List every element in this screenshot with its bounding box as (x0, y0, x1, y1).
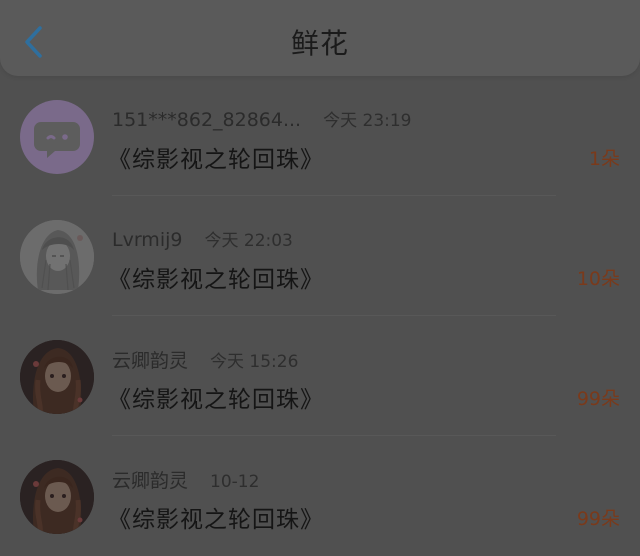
list-item[interactable]: Lvrmij9 今天 22:03 《综影视之轮回珠》 10朵 (0, 196, 640, 316)
list-item[interactable]: 云卿韵灵 今天 15:26 《综影视之轮回珠》 99朵 (0, 316, 640, 436)
timestamp: 今天 22:03 (204, 231, 293, 251)
sketch-portrait-image (20, 220, 94, 294)
anime-portrait-image (20, 340, 94, 414)
book-title[interactable]: 《综影视之轮回珠》 (108, 380, 324, 414)
anime-portrait-image (20, 460, 94, 534)
chat-bubble-icon (34, 122, 80, 158)
avatar[interactable] (20, 220, 94, 294)
book-title[interactable]: 《综影视之轮回珠》 (108, 260, 324, 294)
flower-count: 99朵 (576, 508, 620, 530)
book-title[interactable]: 《综影视之轮回珠》 (108, 500, 324, 534)
username[interactable]: Lvrmij9 (112, 229, 182, 251)
timestamp: 今天 15:26 (210, 352, 299, 372)
list-item[interactable]: 云卿韵灵 10-12 《综影视之轮回珠》 99朵 (0, 436, 640, 556)
username[interactable]: 云卿韵灵 (112, 346, 188, 373)
flower-count: 99朵 (576, 388, 620, 410)
flower-record-list: 151***862_82864... 今天 23:19 《综影视之轮回珠》 1朵… (0, 76, 640, 556)
flower-count: 1朵 (588, 148, 620, 170)
timestamp: 今天 23:19 (323, 111, 412, 131)
username[interactable]: 云卿韵灵 (112, 466, 188, 493)
top-bar: 鲜花 (0, 0, 640, 76)
book-title[interactable]: 《综影视之轮回珠》 (108, 140, 324, 174)
avatar[interactable] (20, 460, 94, 534)
flower-count: 10朵 (576, 268, 620, 290)
timestamp: 10-12 (210, 472, 260, 492)
page-title: 鲜花 (290, 27, 349, 60)
avatar[interactable] (20, 100, 94, 174)
username[interactable]: 151***862_82864... (112, 109, 301, 131)
avatar[interactable] (20, 340, 94, 414)
list-item[interactable]: 151***862_82864... 今天 23:19 《综影视之轮回珠》 1朵 (0, 76, 640, 196)
